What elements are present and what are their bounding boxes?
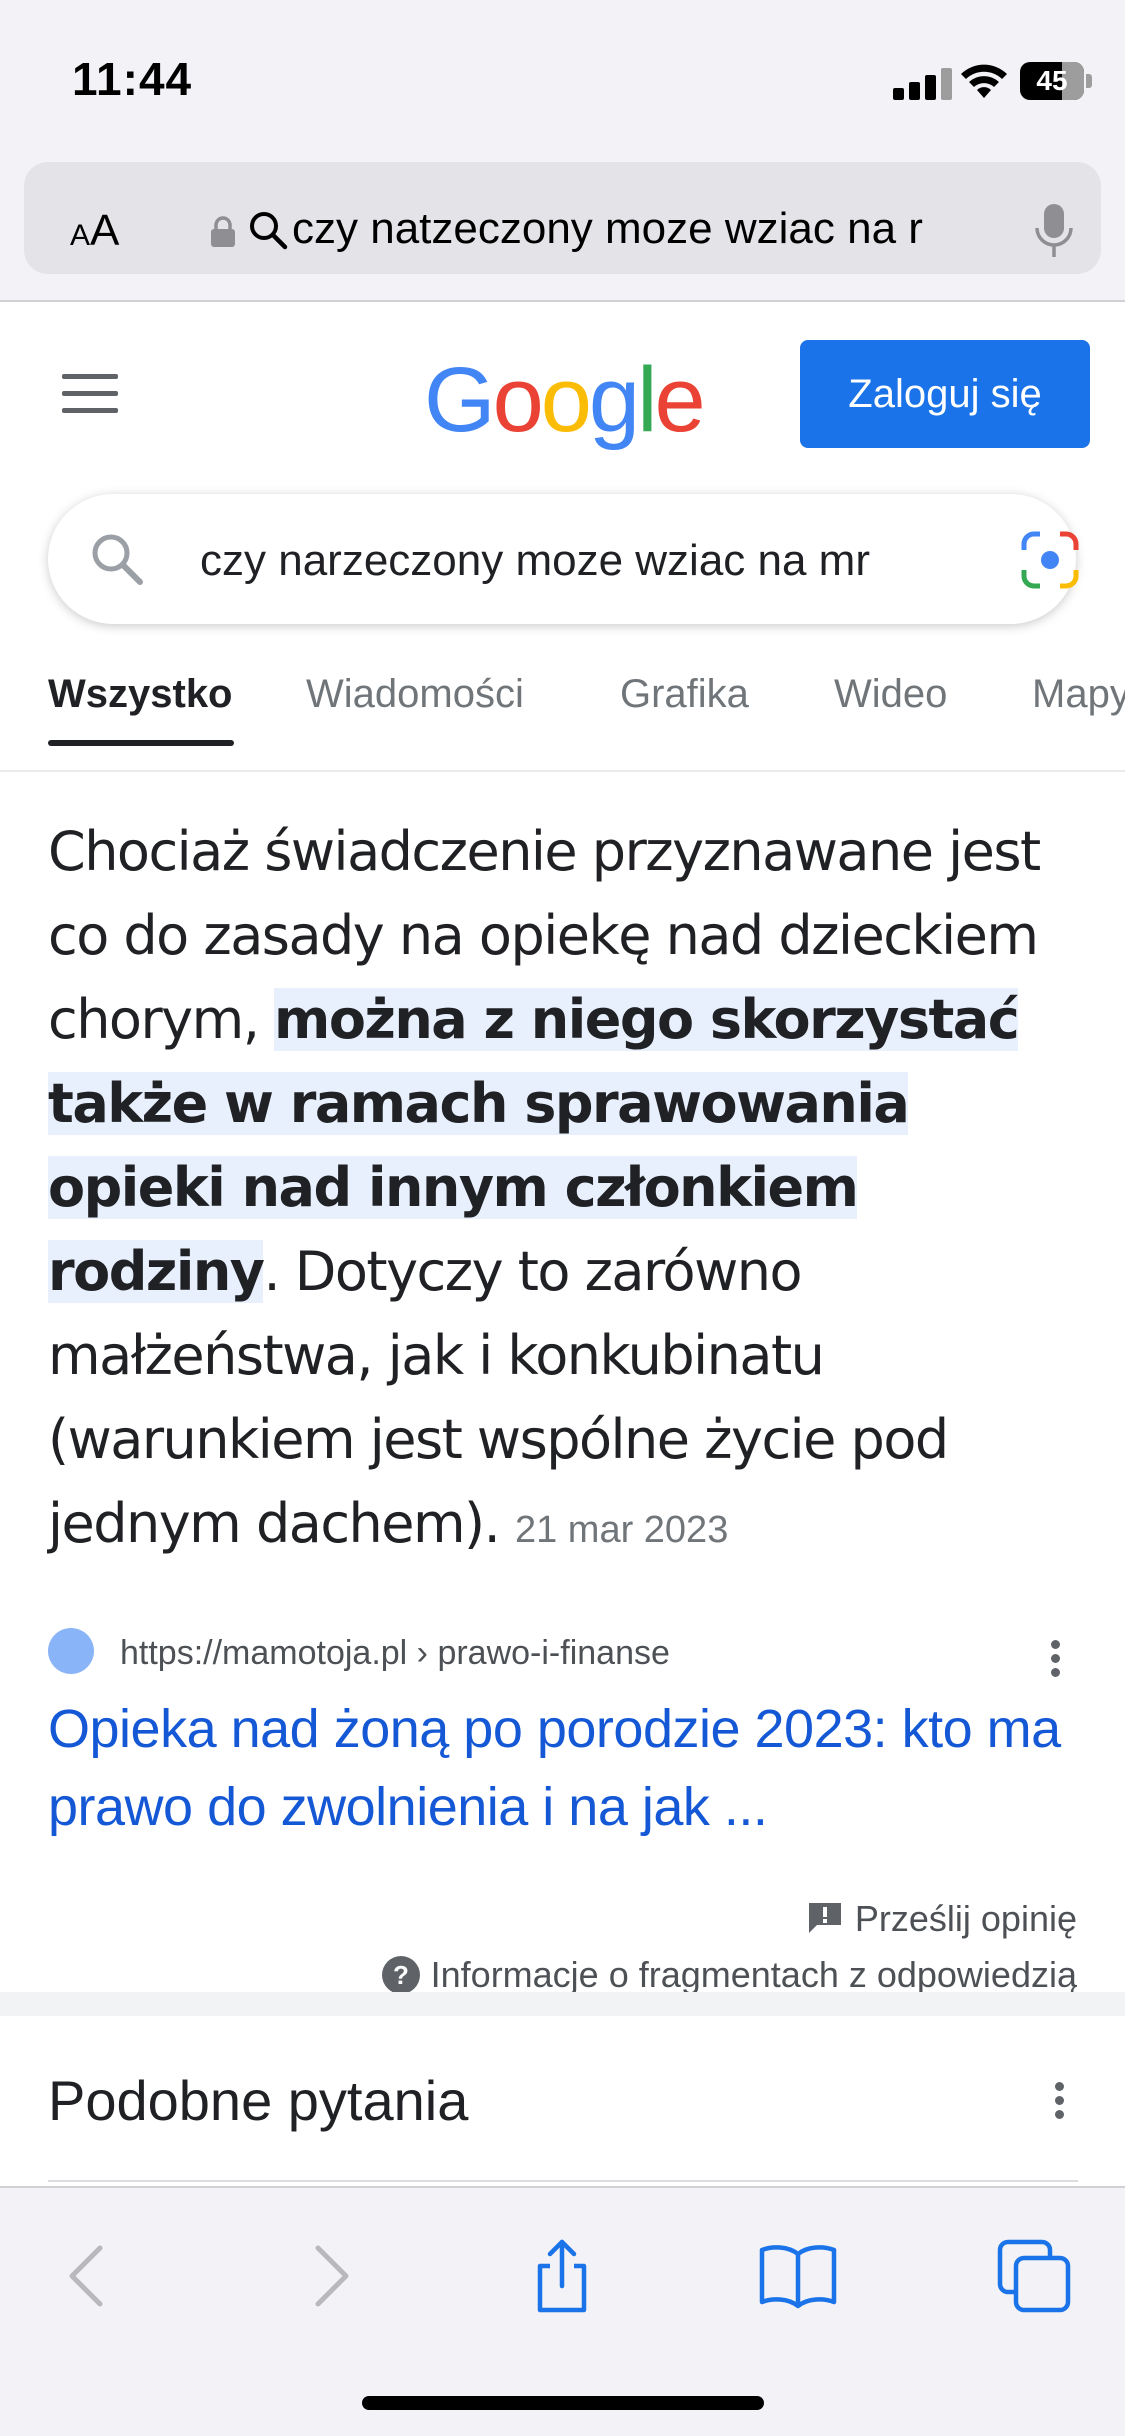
home-indicator xyxy=(362,2396,764,2410)
google-logo[interactable]: Google xyxy=(424,348,706,453)
share-icon[interactable] xyxy=(522,2236,602,2316)
status-bar: 11:44 45 xyxy=(0,0,1125,150)
more-options-icon[interactable] xyxy=(1052,2082,1066,2126)
divider xyxy=(48,2180,1078,2182)
lock-icon xyxy=(211,216,235,247)
forward-icon[interactable] xyxy=(290,2236,370,2316)
tab-news[interactable]: Wiadomości xyxy=(306,672,524,717)
help-icon: ? xyxy=(381,1956,420,1992)
tab-maps[interactable]: Mapy xyxy=(1032,672,1125,717)
source-row[interactable]: https://mamotoja.pl › prawo-i-finanse xyxy=(48,1628,1078,1678)
snippet-info-label: Informacje o fragmentach z odpowiedzią xyxy=(430,1954,1077,1992)
feedback-icon xyxy=(808,1903,841,1933)
featured-snippet: Chociaż świadczenie przyznawane jest co … xyxy=(48,810,1078,1572)
search-icon xyxy=(250,212,288,250)
tab-all[interactable]: Wszystko xyxy=(48,672,233,717)
cellular-signal-icon xyxy=(893,66,953,100)
section-divider xyxy=(0,1992,1125,2016)
send-feedback[interactable]: Prześlij opinię xyxy=(807,1898,1077,1940)
snippet-info-link[interactable]: ? Informacje o fragmentach z odpowiedzią xyxy=(381,1954,1077,1992)
tab-images[interactable]: Grafika xyxy=(620,672,749,717)
battery-level: 45 xyxy=(1036,65,1068,96)
microphone-icon[interactable] xyxy=(1034,202,1074,260)
bookmarks-icon[interactable] xyxy=(758,2236,838,2316)
related-questions-title: Podobne pytania xyxy=(48,2069,469,2132)
search-icon[interactable] xyxy=(88,530,146,588)
snippet-date: 21 mar 2023 xyxy=(514,1509,729,1551)
search-input[interactable]: czy narzeczony moze wziac na mr xyxy=(200,536,980,586)
safari-address-area: AA czy natzeczony moze wziac na r xyxy=(0,150,1125,302)
address-bar[interactable]: AA czy natzeczony moze wziac na r xyxy=(24,162,1101,274)
svg-text:?: ? xyxy=(393,1960,409,1990)
menu-icon[interactable] xyxy=(62,374,118,414)
text-size-button[interactable]: AA xyxy=(70,206,119,256)
back-icon[interactable] xyxy=(48,2236,128,2316)
search-box[interactable]: czy narzeczony moze wziac na mr xyxy=(48,494,1079,624)
send-feedback-label: Prześlij opinię xyxy=(854,1898,1077,1939)
tab-videos[interactable]: Wideo xyxy=(834,672,947,717)
login-button[interactable]: Zaloguj się xyxy=(800,340,1090,448)
more-options-icon[interactable] xyxy=(1048,1640,1062,1684)
address-text: czy natzeczony moze wziac na r xyxy=(292,204,923,253)
active-tab-indicator xyxy=(48,740,234,746)
source-url[interactable]: https://mamotoja.pl › prawo-i-finanse xyxy=(120,1634,670,1673)
result-title-link[interactable]: Opieka nad żoną po porodzie 2023: kto ma… xyxy=(48,1690,1088,1846)
wifi-icon xyxy=(961,64,1007,98)
tabs-icon[interactable] xyxy=(994,2236,1074,2316)
site-favicon-icon xyxy=(48,1628,94,1674)
battery-icon: 45 xyxy=(1020,62,1092,100)
google-lens-icon[interactable] xyxy=(1020,530,1080,590)
status-time: 11:44 xyxy=(72,53,193,105)
search-tabs: Wszystko Wiadomości Grafika Wideo Mapy xyxy=(0,672,1125,772)
